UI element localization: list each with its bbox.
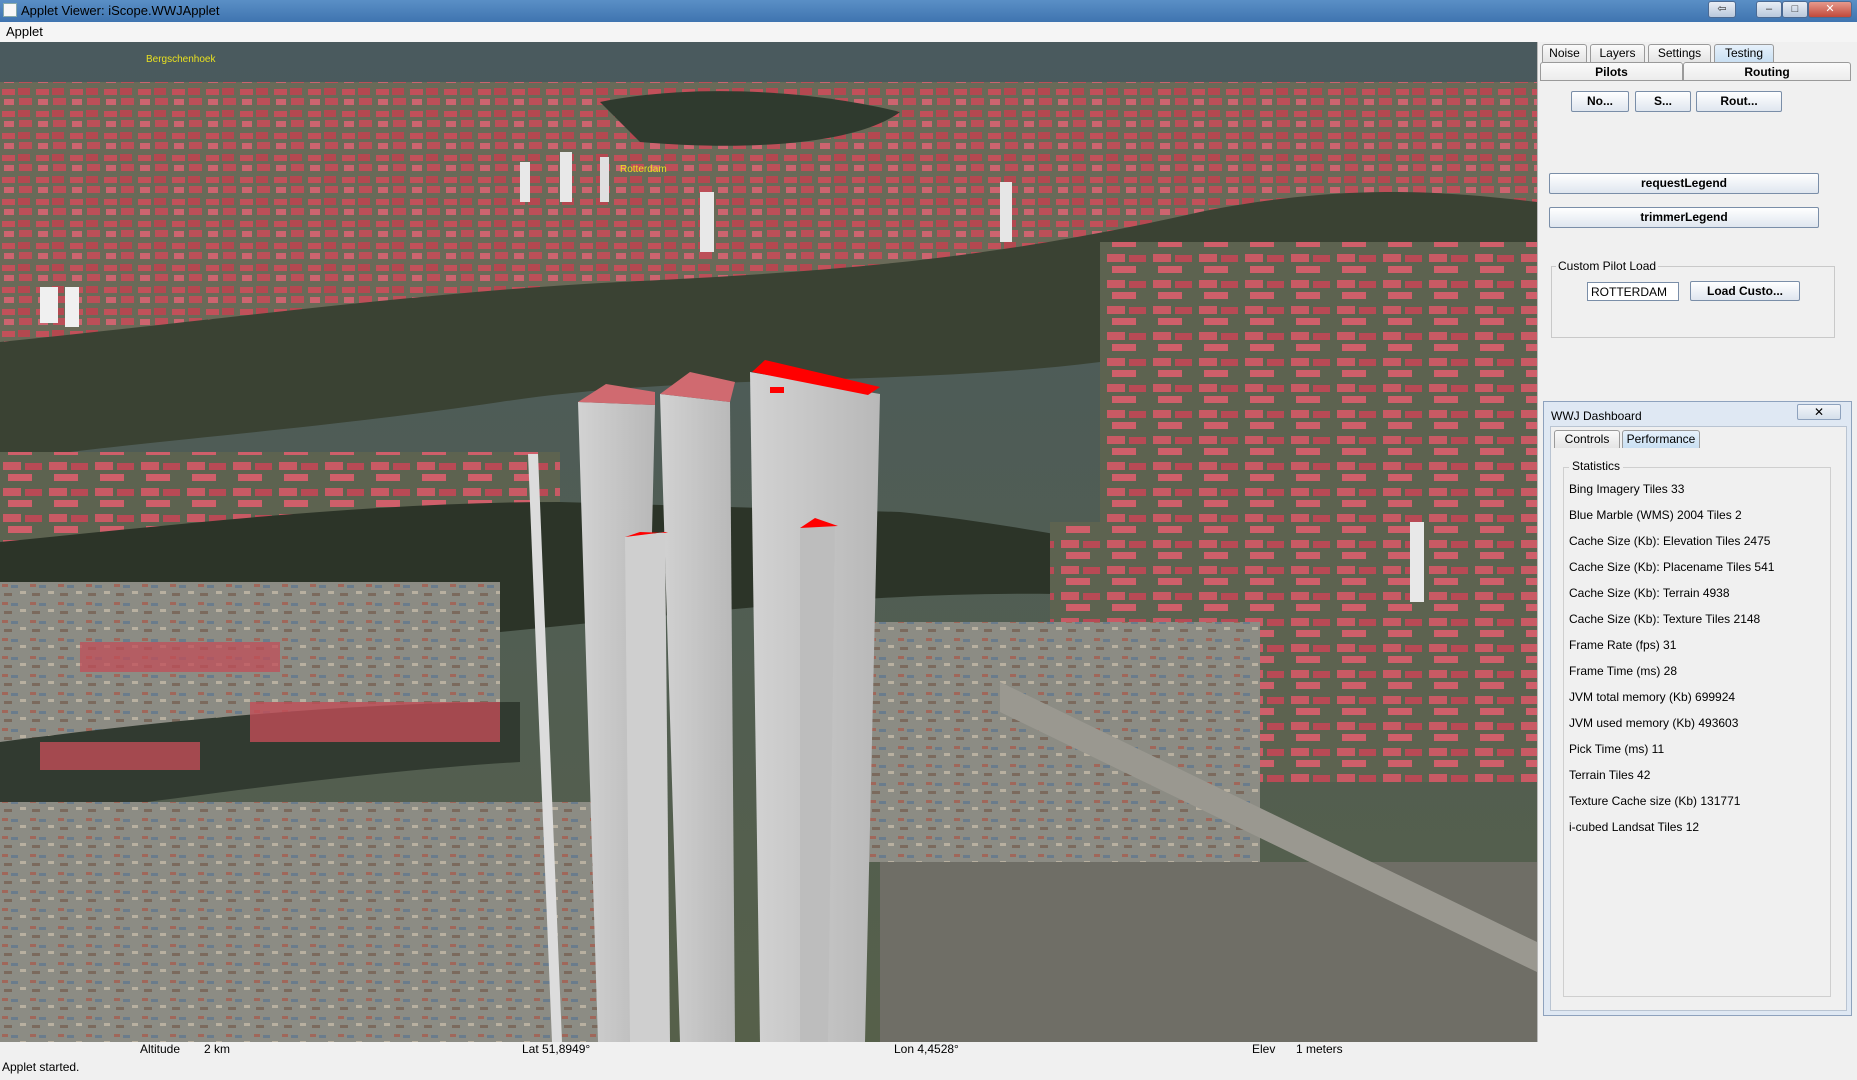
statistic-row: Frame Rate (fps) 31	[1569, 638, 1677, 652]
dashboard-body: Controls Performance Statistics Bing Ima…	[1550, 426, 1847, 1011]
tab-noise[interactable]: Noise	[1542, 44, 1587, 62]
menu-bar: Applet	[0, 22, 1857, 43]
menu-applet[interactable]: Applet	[6, 24, 43, 39]
statistic-row: i-cubed Landsat Tiles 12	[1569, 820, 1700, 834]
maximize-button[interactable]: □	[1782, 1, 1808, 18]
placename-bergschenhoek: Bergschenhoek	[146, 54, 216, 65]
tab-performance[interactable]: Performance	[1622, 430, 1700, 448]
elevation-label: Elev	[1252, 1042, 1276, 1056]
statistic-row: Cache Size (Kb): Placename Tiles 541	[1569, 560, 1775, 574]
statistic-row: Cache Size (Kb): Texture Tiles 2148	[1569, 612, 1761, 626]
latitude-readout: Lat 51,8949°	[522, 1042, 591, 1056]
statistic-row: Pick Time (ms) 11	[1569, 742, 1665, 756]
applet-icon	[3, 3, 17, 17]
tab-controls[interactable]: Controls	[1554, 430, 1620, 448]
applet-status: Applet started.	[2, 1060, 80, 1074]
statistic-row: Terrain Tiles 42	[1569, 768, 1651, 782]
statistic-row: Cache Size (Kb): Terrain 4938	[1569, 586, 1730, 600]
statistics-box: Statistics Bing Imagery Tiles 33 Blue Mar…	[1563, 459, 1831, 997]
custom-pilot-group-title: Custom Pilot Load	[1556, 259, 1659, 273]
wwj-dashboard[interactable]: WWJ Dashboard ✕ Controls Performance Sta…	[1543, 401, 1852, 1016]
city-scene	[0, 42, 1537, 1042]
dashboard-title: WWJ Dashboard	[1551, 409, 1642, 423]
statistic-row: JVM total memory (Kb) 699924	[1569, 690, 1736, 704]
tab-layers[interactable]: Layers	[1590, 44, 1645, 62]
subtab-pilots[interactable]: Pilots	[1540, 62, 1683, 81]
elevation-value: 1 meters	[1296, 1042, 1343, 1056]
custom-pilot-group	[1551, 266, 1835, 338]
close-button[interactable]: ✕	[1808, 1, 1852, 18]
subtab-routing[interactable]: Routing	[1683, 62, 1851, 81]
altitude-label: Altitude	[140, 1042, 181, 1056]
title-bar: Applet Viewer: iScope.WWJApplet ⇦ – □ ✕	[0, 0, 1857, 22]
altitude-value: 2 km	[204, 1042, 231, 1056]
trimmer-legend-button[interactable]: trimmerLegend	[1549, 207, 1819, 228]
dashboard-close-icon[interactable]: ✕	[1797, 404, 1841, 420]
placename-rotterdam: Rotterdam	[620, 164, 667, 175]
tab-settings[interactable]: Settings	[1648, 44, 1711, 62]
restore-icon[interactable]: ⇦	[1708, 1, 1736, 18]
pilot-name-input[interactable]	[1587, 282, 1679, 301]
statistics-title: Statistics	[1569, 459, 1624, 473]
tab-testing[interactable]: Testing	[1714, 44, 1774, 62]
statistic-row: Frame Time (ms) 28	[1569, 664, 1678, 678]
load-custom-button[interactable]: Load Custo...	[1690, 281, 1800, 301]
route-pilot-button[interactable]: Rout...	[1696, 91, 1782, 112]
statistic-row: Bing Imagery Tiles 33	[1569, 482, 1685, 496]
statistic-row: Texture Cache size (Kb) 131771	[1569, 794, 1741, 808]
statistic-row: Blue Marble (WMS) 2004 Tiles 2	[1569, 508, 1742, 522]
request-legend-button[interactable]: requestLegend	[1549, 173, 1819, 194]
status-bar: Altitude 2 km Lat 51,8949° Lon 4,4528° E…	[0, 1042, 1537, 1058]
statistic-row: Cache Size (Kb): Elevation Tiles 2475	[1569, 534, 1771, 548]
s-pilot-button[interactable]: S...	[1635, 91, 1691, 112]
minimize-button[interactable]: –	[1756, 1, 1782, 18]
window-title: Applet Viewer: iScope.WWJApplet	[21, 3, 220, 18]
globe-viewport[interactable]: Bergschenhoek Rotterdam	[0, 42, 1537, 1042]
statistic-row: JVM used memory (Kb) 493603	[1569, 716, 1739, 730]
noise-pilot-button[interactable]: No...	[1571, 91, 1629, 112]
longitude-readout: Lon 4,4528°	[894, 1042, 959, 1056]
